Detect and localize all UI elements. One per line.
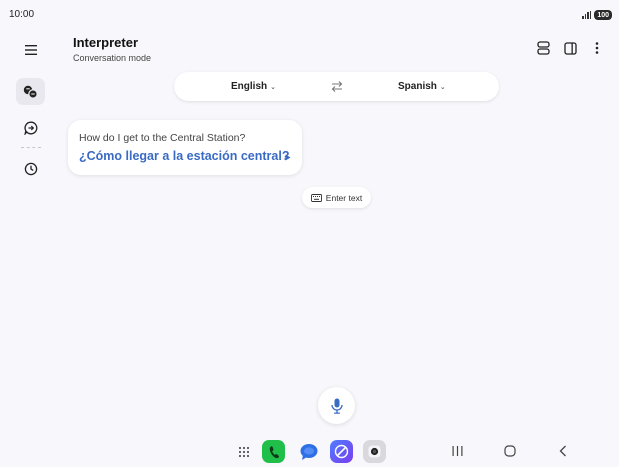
phone-app-icon (269, 445, 279, 458)
target-language-selector[interactable]: Spanish ⌄ (398, 72, 446, 101)
swap-languages-button[interactable] (331, 80, 343, 98)
browser-app-button[interactable] (330, 440, 353, 463)
enter-text-button[interactable]: Enter text (302, 187, 371, 208)
microphone-icon (330, 398, 343, 414)
history-button[interactable] (16, 155, 45, 182)
menu-icon (24, 44, 37, 55)
status-time: 10:00 (9, 9, 35, 20)
messages-app-button[interactable] (297, 440, 320, 463)
page-subtitle: Conversation mode (73, 53, 152, 63)
menu-button[interactable] (16, 36, 45, 63)
chevron-down-icon: ⌄ (270, 83, 276, 91)
enter-text-label: Enter text (325, 192, 363, 203)
camera-app-icon (368, 445, 381, 458)
bottom-navigation-bar (0, 435, 619, 467)
status-indicators: 100 (582, 9, 612, 20)
home-button[interactable] (503, 444, 517, 458)
keyboard-icon (310, 193, 322, 202)
rail-divider (21, 147, 41, 148)
recent-apps-icon (452, 446, 462, 456)
language-selector-bar: English ⌄ Spanish ⌄ (174, 72, 499, 101)
camera-app-button[interactable] (363, 440, 386, 463)
split-view-button[interactable] (536, 40, 550, 56)
top-action-bar (536, 40, 604, 56)
translated-text: ¿Cómo llegar a la estación central? (79, 149, 290, 163)
source-text: How do I get to the Central Station? (79, 132, 246, 144)
conversation-icon (23, 85, 38, 99)
swap-arrows-icon (331, 81, 343, 92)
source-language-selector[interactable]: English ⌄ (231, 72, 276, 101)
back-button[interactable] (556, 444, 570, 458)
chevron-down-icon: ⌄ (439, 83, 446, 91)
sidebar-panel-button[interactable] (563, 40, 577, 56)
app-drawer-button[interactable] (232, 440, 255, 463)
split-view-icon (536, 41, 550, 55)
source-language-label: English (231, 81, 268, 92)
side-navigation-rail (0, 30, 60, 190)
history-clock-icon (24, 162, 37, 175)
target-language-label: Spanish (398, 81, 437, 92)
conversation-bubble[interactable]: How do I get to the Central Station? ¿Có… (68, 120, 302, 175)
signal-icon (582, 10, 592, 19)
more-options-button[interactable] (590, 40, 604, 56)
chat-forward-button[interactable] (16, 114, 45, 141)
recent-apps-button[interactable] (450, 444, 464, 458)
back-arrow-icon (559, 445, 566, 457)
status-bar: 10:00 100 (0, 0, 619, 28)
messages-app-icon (300, 443, 317, 460)
chat-forward-icon (23, 121, 37, 135)
play-icon (285, 154, 291, 160)
app-drawer-icon (238, 446, 249, 457)
page-title: Interpreter (73, 35, 139, 50)
phone-app-button[interactable] (262, 440, 285, 463)
conversation-mode-button[interactable] (16, 78, 45, 105)
play-translation-button[interactable] (283, 152, 293, 162)
sidebar-panel-icon (563, 41, 577, 55)
battery-icon: 100 (594, 9, 612, 20)
more-options-icon (595, 42, 599, 54)
browser-app-icon (334, 444, 349, 459)
microphone-button[interactable] (318, 387, 355, 424)
home-icon (504, 445, 516, 457)
